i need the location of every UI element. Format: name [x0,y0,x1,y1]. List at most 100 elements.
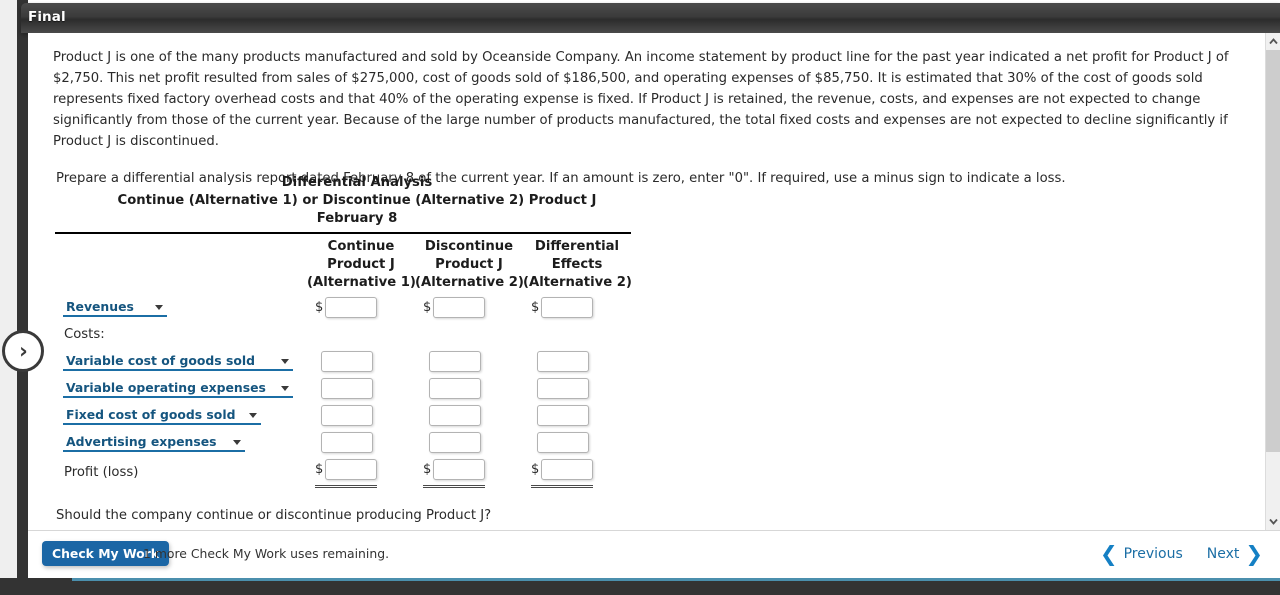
costs-header-row: Costs: [55,321,631,348]
row-label-select[interactable]: Fixed cost of goods sold [63,406,261,425]
statement-title-line-3: February 8 [316,211,398,226]
row-label: Profit (loss) [64,464,139,480]
window-titlebar: Final [21,3,1280,33]
scrollbar-thumb[interactable] [1266,50,1280,452]
statement-grid: Continue Product J (Alternative 1) Disco… [55,234,632,488]
statement-title-line-2: Continue (Alternative 1) or Discontinue … [117,193,597,208]
content-panel: Product J is one of the many products ma… [28,33,1280,530]
row-label-select-value: Fixed cost of goods sold [66,407,236,422]
row-label-select-wrapper: Fixed cost of goods sold [55,402,307,429]
row-label-select-value: Variable cost of goods sold [66,353,255,368]
column-header-row: Continue Product J (Alternative 1) Disco… [55,234,632,294]
row-label-select-wrapper: Revenues [55,294,307,321]
row-label-select[interactable]: Variable cost of goods sold [63,352,293,371]
scrollbar-track[interactable] [1266,50,1280,513]
row-label-select[interactable]: Variable operating expenses [63,379,293,398]
scroll-down-icon[interactable] [1266,513,1280,530]
col1-line1: Discontinue [424,239,514,254]
amount-input[interactable] [433,297,486,318]
exam-window: Final Product J is one of the many produ… [0,0,1280,595]
scroll-up-icon[interactable] [1266,33,1280,50]
row-label-select[interactable]: Advertising expenses [63,433,245,452]
statement-title-line-1: Differential Analysis [281,175,433,190]
chevron-left-icon: ❮ [1099,542,1118,566]
amount-cell: $ [523,456,631,483]
amount-input[interactable] [429,432,481,453]
col2-line2: Effects [551,257,603,272]
footer-bar: Check My Work 1 more Check My Work uses … [28,530,1280,578]
statement-row: Variable operating expenses [55,375,631,402]
statement-row: Revenues $ $ $ [55,294,631,321]
amount-input[interactable] [321,432,373,453]
amount-cell [415,375,523,402]
amount-input[interactable] [321,405,373,426]
chevron-down-icon [281,386,289,391]
amount-cell [523,375,631,402]
column-header-differential: Differential Effects (Alternative 2) [523,234,632,294]
problem-document: Product J is one of the many products ma… [28,33,1265,189]
amount-input[interactable] [325,297,378,318]
dollar-sign: $ [531,461,540,477]
differential-analysis-table: Differential Analysis Continue (Alternat… [55,174,659,488]
row-label-select-wrapper: Variable operating expenses [55,375,307,402]
amount-cell [415,402,523,429]
total-double-rule [315,485,377,488]
amount-cell [307,348,415,375]
bottom-frame [0,581,1280,595]
amount-cell [523,348,631,375]
amount-cell [307,429,415,456]
left-gutter [0,0,17,578]
col2-line3: (Alternative 2) [523,275,632,290]
costs-header-label: Costs: [64,327,105,342]
col0-line3: (Alternative 1) [307,275,416,290]
amount-cell: $ [307,456,415,483]
dollar-sign: $ [423,461,432,477]
column-header-discontinue: Discontinue Product J (Alternative 2) [415,234,524,294]
previous-button[interactable]: ❮ Previous [1099,542,1183,566]
total-double-rule [531,485,593,488]
amount-cell [415,348,523,375]
row-label-select-wrapper: Advertising expenses [55,429,307,456]
amount-input[interactable] [541,459,594,480]
panel-expander-button[interactable]: › [2,330,44,372]
check-my-work-note: 1 more Check My Work uses remaining. [143,546,390,561]
col0-line2: Product J [327,257,395,272]
window-title: Final [28,9,66,25]
chevron-right-icon: ❯ [1245,542,1263,566]
amount-cell [307,375,415,402]
amount-input[interactable] [433,459,486,480]
row-label-select-value: Revenues [66,299,134,314]
final-question: Should the company continue or discontin… [56,508,492,523]
col2-line1: Differential [534,239,620,254]
dollar-sign: $ [531,299,540,315]
statement-row: Profit (loss) $ $ $ [55,456,631,488]
amount-input[interactable] [537,432,589,453]
amount-input[interactable] [429,378,481,399]
amount-input[interactable] [537,378,589,399]
amount-input[interactable] [429,405,481,426]
amount-cell [307,402,415,429]
amount-input[interactable] [321,351,373,372]
problem-paragraph: Product J is one of the many products ma… [53,50,1229,149]
chevron-down-icon [249,413,257,418]
statement-row: Variable cost of goods sold [55,348,631,375]
col1-line2: Product J [435,257,503,272]
next-button[interactable]: Next ❯ [1207,542,1263,566]
chevron-down-icon [281,359,289,364]
amount-input[interactable] [537,405,589,426]
amount-cell: $ [307,294,415,321]
column-header-blank [55,234,307,294]
statement-row: Fixed cost of goods sold [55,402,631,429]
row-label-select[interactable]: Revenues [63,298,167,317]
amount-input[interactable] [321,378,373,399]
dollar-sign: $ [315,299,324,315]
left-rail [17,0,28,578]
content-scrollbar[interactable] [1265,33,1280,530]
amount-input[interactable] [541,297,594,318]
amount-cell [523,429,631,456]
dollar-sign: $ [315,461,324,477]
total-double-rule [423,485,485,488]
amount-input[interactable] [537,351,589,372]
amount-input[interactable] [429,351,481,372]
amount-input[interactable] [325,459,378,480]
